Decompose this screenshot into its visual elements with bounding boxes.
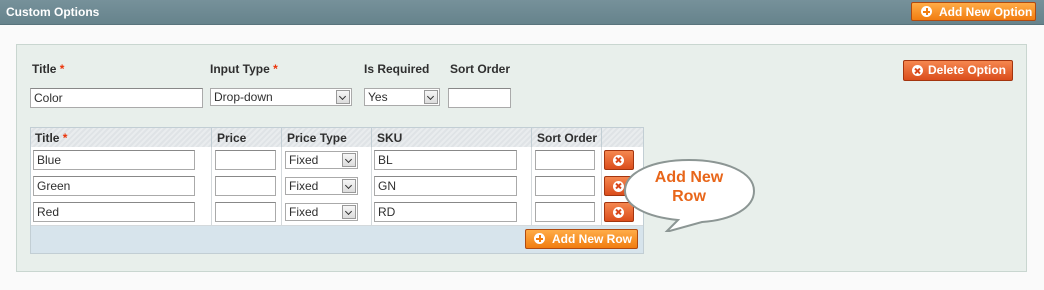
column-divider <box>531 128 532 148</box>
row-sku-input[interactable] <box>374 150 517 170</box>
row-price-type-value: Fixed <box>289 179 319 193</box>
callout-line-1: Add New <box>654 169 724 186</box>
is-required-select[interactable]: Yes <box>364 88 440 106</box>
column-divider <box>601 128 602 148</box>
required-marker: * <box>62 131 68 145</box>
row-price-input[interactable] <box>215 176 276 196</box>
callout-line-2: Row <box>672 188 706 205</box>
input-type-value: Drop-down <box>214 90 273 104</box>
column-divider <box>281 173 282 199</box>
column-divider <box>281 199 282 225</box>
plus-circle-icon <box>921 6 932 17</box>
column-divider <box>211 199 212 225</box>
close-circle-icon <box>912 65 923 76</box>
column-divider <box>531 147 532 173</box>
row-sku-input[interactable] <box>374 202 517 222</box>
input-type-label-text: Input Type <box>210 62 270 76</box>
dropdown-arrow-icon <box>342 179 356 193</box>
required-marker: * <box>59 62 65 76</box>
required-marker: * <box>273 62 278 76</box>
column-divider <box>371 173 372 199</box>
column-divider <box>281 128 282 148</box>
is-required-label: Is Required <box>364 62 430 76</box>
row-price-type-select[interactable]: Fixed <box>285 203 358 221</box>
row-sort-order-input[interactable] <box>535 202 595 222</box>
column-divider <box>211 147 212 173</box>
column-divider <box>531 173 532 199</box>
title-label: Title * <box>32 62 64 76</box>
option-sort-order-input[interactable] <box>448 88 511 108</box>
dropdown-arrow-icon <box>342 153 356 167</box>
row-sort-order-input[interactable] <box>535 150 595 170</box>
row-price-input[interactable] <box>215 202 276 222</box>
row-sort-order-input[interactable] <box>535 176 595 196</box>
row-title-input[interactable] <box>33 202 195 222</box>
sort-order-label: Sort Order <box>450 62 511 76</box>
dropdown-arrow-icon <box>342 205 356 219</box>
column-divider <box>211 173 212 199</box>
input-type-select[interactable]: Drop-down <box>210 88 352 106</box>
row-price-input[interactable] <box>215 150 276 170</box>
option-title-input[interactable] <box>30 88 203 108</box>
column-divider <box>281 147 282 173</box>
plus-circle-icon <box>534 233 545 244</box>
callout-bubble: Add New Row <box>622 158 756 232</box>
delete-option-label: Delete Option <box>928 63 1007 77</box>
is-required-value: Yes <box>368 90 388 104</box>
row-price-type-select[interactable]: Fixed <box>285 151 358 169</box>
column-divider <box>371 147 372 173</box>
column-divider <box>601 199 602 225</box>
column-divider <box>601 173 602 199</box>
section-title: Custom Options <box>6 5 100 19</box>
row-title-input[interactable] <box>33 176 195 196</box>
row-price-type-value: Fixed <box>289 205 319 219</box>
column-divider <box>601 147 602 173</box>
column-divider <box>371 128 372 148</box>
column-divider <box>211 128 212 148</box>
delete-option-button[interactable]: Delete Option <box>903 60 1013 81</box>
column-header-sort-order: Sort Order <box>537 131 598 145</box>
callout-text: Add New Row <box>622 168 756 206</box>
grid-header: Title * Price Price Type SKU Sort Order <box>31 128 643 149</box>
column-divider <box>371 199 372 225</box>
row-price-type-value: Fixed <box>289 153 319 167</box>
row-sku-input[interactable] <box>374 176 517 196</box>
row-title-input[interactable] <box>33 150 195 170</box>
column-divider <box>531 199 532 225</box>
dropdown-arrow-icon <box>336 90 350 104</box>
column-header-title: Title * <box>35 131 67 145</box>
section-header: Custom Options Add New Option <box>0 0 1044 25</box>
column-header-sku: SKU <box>377 131 403 145</box>
column-header-price: Price <box>217 131 247 145</box>
column-header-title-text: Title <box>35 131 60 145</box>
add-new-row-button[interactable]: Add New Row <box>525 229 638 249</box>
column-header-price-type: Price Type <box>287 131 347 145</box>
add-new-row-label: Add New Row <box>552 232 632 246</box>
input-type-label: Input Type * <box>210 62 278 76</box>
dropdown-arrow-icon <box>424 90 438 104</box>
title-label-text: Title <box>32 62 57 76</box>
row-price-type-select[interactable]: Fixed <box>285 177 358 195</box>
add-new-option-label: Add New Option <box>939 5 1033 19</box>
add-new-option-button[interactable]: Add New Option <box>911 2 1036 21</box>
